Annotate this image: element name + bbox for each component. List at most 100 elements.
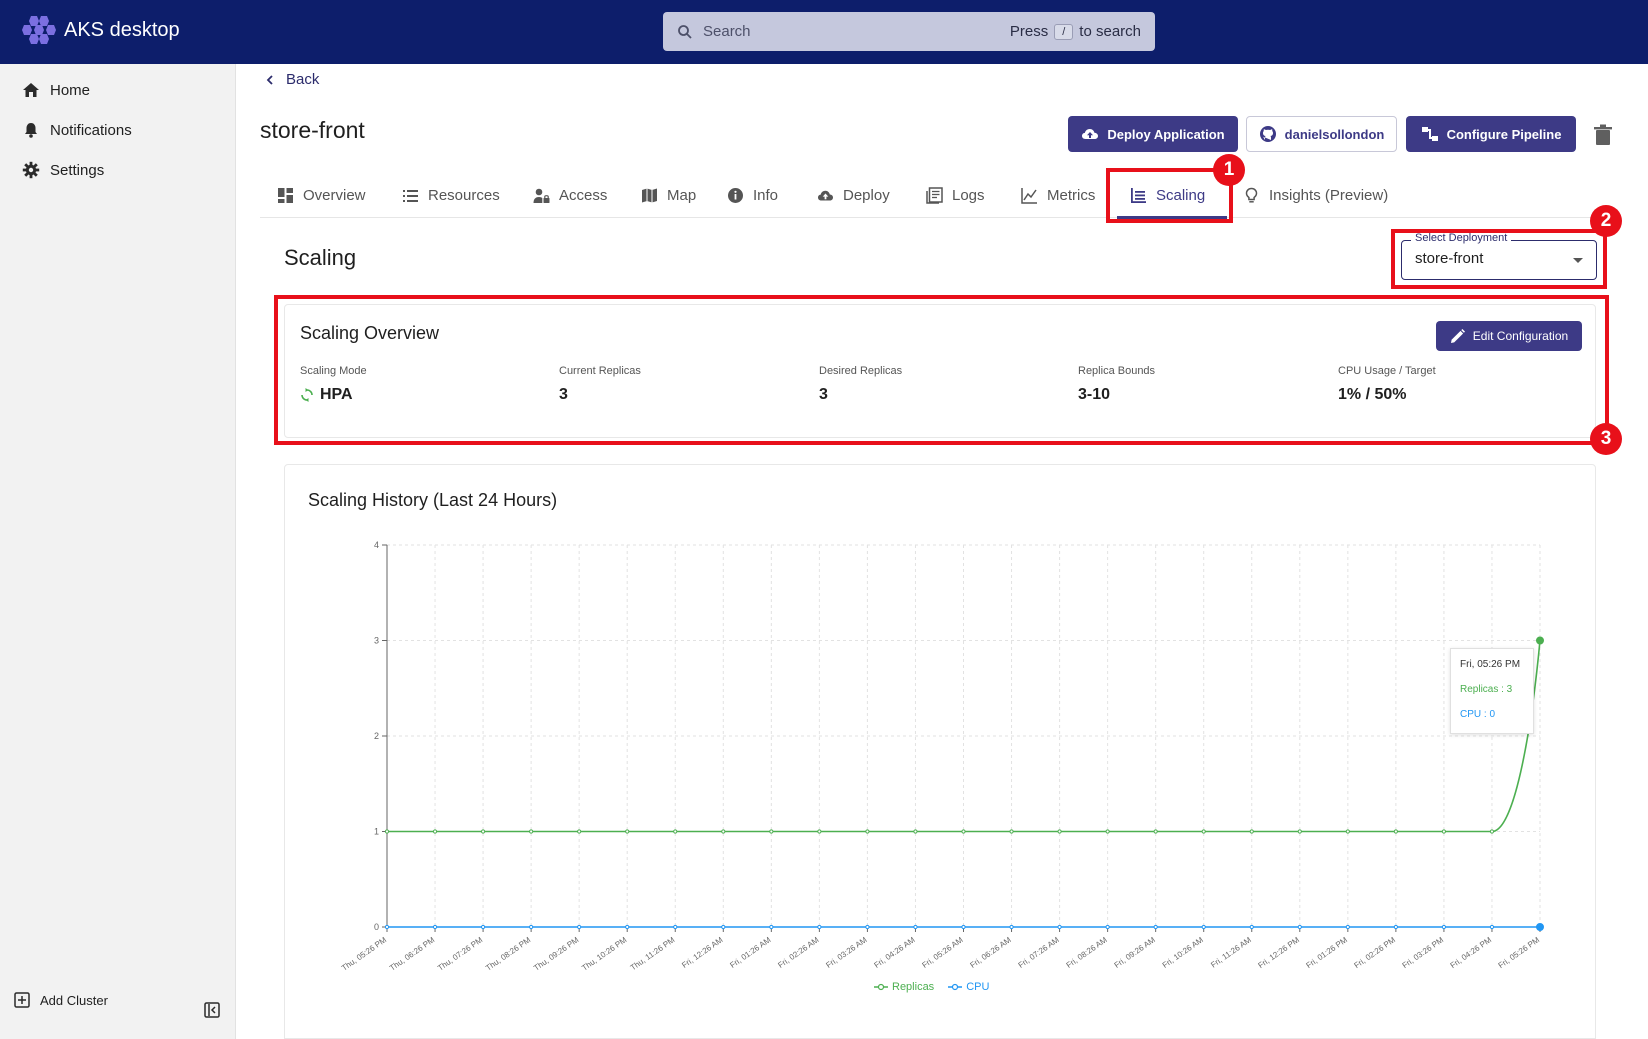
legend-label: Replicas <box>892 981 935 993</box>
data-point-replicas <box>577 829 582 834</box>
legend-label: CPU <box>966 981 990 993</box>
x-tick-label: Fri, 02:26 PM <box>1353 935 1398 970</box>
x-tick-label: Fri, 05:26 AM <box>921 935 965 970</box>
map-icon <box>642 188 657 202</box>
x-tick-label: Fri, 03:26 PM <box>1401 935 1446 970</box>
tab-logs[interactable]: Logs <box>926 172 985 218</box>
search-shortcut-key: / <box>1054 23 1074 40</box>
tab-access[interactable]: Access <box>533 172 607 218</box>
tab-label: Info <box>753 186 779 204</box>
x-tick-label: Fri, 09:26 AM <box>1113 935 1157 970</box>
data-point-replicas <box>865 829 870 834</box>
data-point-cpu <box>721 924 726 930</box>
data-point-replicas <box>432 829 438 834</box>
x-tick-label: Fri, 01:26 AM <box>728 935 772 970</box>
deploy-application-button[interactable]: Deploy Application <box>1068 116 1238 152</box>
sidebar-item-label: Notifications <box>50 121 132 139</box>
x-tick-label: Fri, 11:26 AM <box>1209 935 1253 970</box>
annotation-badge: 2 <box>1590 205 1622 237</box>
tab-label: Insights (Preview) <box>1269 186 1389 204</box>
data-point-replicas <box>1105 829 1110 834</box>
search-hint-prefix: Press <box>1009 23 1049 40</box>
y-tick-label: 3 <box>374 636 379 646</box>
data-point-replicas <box>1009 829 1014 834</box>
tab-deploy[interactable]: Deploy <box>817 172 890 218</box>
tab-label: Resources <box>428 186 500 204</box>
x-tick-label: Fri, 05:26 PM <box>1497 935 1542 970</box>
data-point-cpu <box>673 924 678 930</box>
app-logo[interactable]: AKS desktop <box>22 14 180 46</box>
chart-title: Scaling History (Last 24 Hours) <box>308 490 558 510</box>
search-placeholder: Search <box>703 23 751 40</box>
y-tick-label: 1 <box>374 827 379 837</box>
scaling-history-chart[interactable]: 0 1 2 3 4 Thu, 05:26 PM Thu, 06:26 PM Thu, 07:2… <box>330 530 1580 1010</box>
chevron-left-icon <box>266 74 273 85</box>
data-point-cpu <box>1057 924 1062 930</box>
data-point-cpu <box>625 924 630 930</box>
tab-insights[interactable]: Insights (Preview) <box>1243 172 1388 218</box>
x-tick-label: Fri, 06:26 AM <box>969 935 1013 970</box>
tab-label: Overview <box>303 186 366 204</box>
tab-metrics[interactable]: Metrics <box>1021 172 1095 218</box>
sidebar-item-settings[interactable]: Settings <box>22 161 104 179</box>
legend-line-icon <box>948 983 963 991</box>
tab-label: Access <box>559 186 608 204</box>
search-hint-suffix: to search <box>1079 23 1141 40</box>
home-icon <box>23 83 39 97</box>
sidebar-item-label: Settings <box>50 161 105 179</box>
data-point-replicas <box>625 829 630 834</box>
data-point-replicas <box>480 829 486 834</box>
data-point-cpu <box>961 924 966 930</box>
deploy-application-label: Deploy Application <box>1107 126 1225 142</box>
annotation-box-scaling-overview <box>274 295 1609 445</box>
info-icon <box>728 187 743 203</box>
back-link[interactable]: Back <box>266 71 319 88</box>
tooltip-time: Fri, 05:26 PM <box>1460 659 1521 670</box>
data-point-replicas <box>1201 829 1206 834</box>
x-tick-label: Thu, 07:26 PM <box>436 935 484 973</box>
tab-info[interactable]: Info <box>727 172 778 218</box>
x-tick-label: Fri, 10:26 AM <box>1161 935 1205 970</box>
x-tick-label: Fri, 01:26 PM <box>1304 935 1349 970</box>
data-point-cpu <box>865 924 870 930</box>
data-point-cpu <box>432 924 438 930</box>
legend-item-cpu[interactable]: CPU <box>948 981 989 993</box>
aks-logo-icon <box>22 16 56 44</box>
configure-pipeline-button[interactable]: Configure Pipeline <box>1406 116 1576 152</box>
data-point-replicas <box>1393 829 1398 834</box>
pipeline-icon <box>1421 127 1438 141</box>
sidebar: Home Notifications Settings Add Cluster <box>0 64 236 1039</box>
x-tick-label: Fri, 03:26 AM <box>824 935 868 970</box>
data-point-cpu <box>1009 924 1014 930</box>
add-cluster-button[interactable]: Add Cluster <box>14 992 108 1008</box>
tab-overview[interactable]: Overview <box>277 172 366 218</box>
sidebar-item-notifications[interactable]: Notifications <box>22 121 132 139</box>
search-icon <box>678 24 692 39</box>
x-tick-label: Thu, 05:26 PM <box>340 935 388 973</box>
bell-icon <box>25 123 37 138</box>
logs-icon <box>926 186 943 204</box>
tab-resources[interactable]: Resources <box>402 172 500 218</box>
back-label: Back <box>286 71 320 88</box>
sidebar-item-home[interactable]: Home <box>22 81 90 99</box>
data-point-cpu <box>577 924 582 930</box>
x-tick-label: Thu, 06:26 PM <box>388 935 436 973</box>
tab-bar: Overview Resources Access Map Info Deplo… <box>260 172 1600 218</box>
x-tick-label: Fri, 04:26 PM <box>1449 935 1494 970</box>
collapse-sidebar-icon[interactable] <box>204 1002 220 1018</box>
user-lock-icon <box>533 188 550 203</box>
data-point-cpu <box>529 924 534 930</box>
annotation-badge: 3 <box>1590 423 1622 455</box>
legend-item-replicas[interactable]: Replicas <box>874 981 934 993</box>
annotation-box-select-deployment <box>1391 229 1607 289</box>
github-user-button[interactable]: danielsollondon <box>1246 116 1397 152</box>
search-bar[interactable]: Search Press / to search <box>663 12 1155 51</box>
x-tick-label: Fri, 08:26 AM <box>1065 935 1109 970</box>
delete-icon[interactable] <box>1593 124 1613 146</box>
data-point-cpu <box>1105 924 1110 930</box>
search-shortcut-hint: Press / to search <box>1010 23 1141 40</box>
tab-map[interactable]: Map <box>641 172 696 218</box>
data-point-replicas <box>384 829 390 834</box>
data-point-cpu <box>1536 923 1544 931</box>
data-point-replicas <box>1441 829 1447 834</box>
